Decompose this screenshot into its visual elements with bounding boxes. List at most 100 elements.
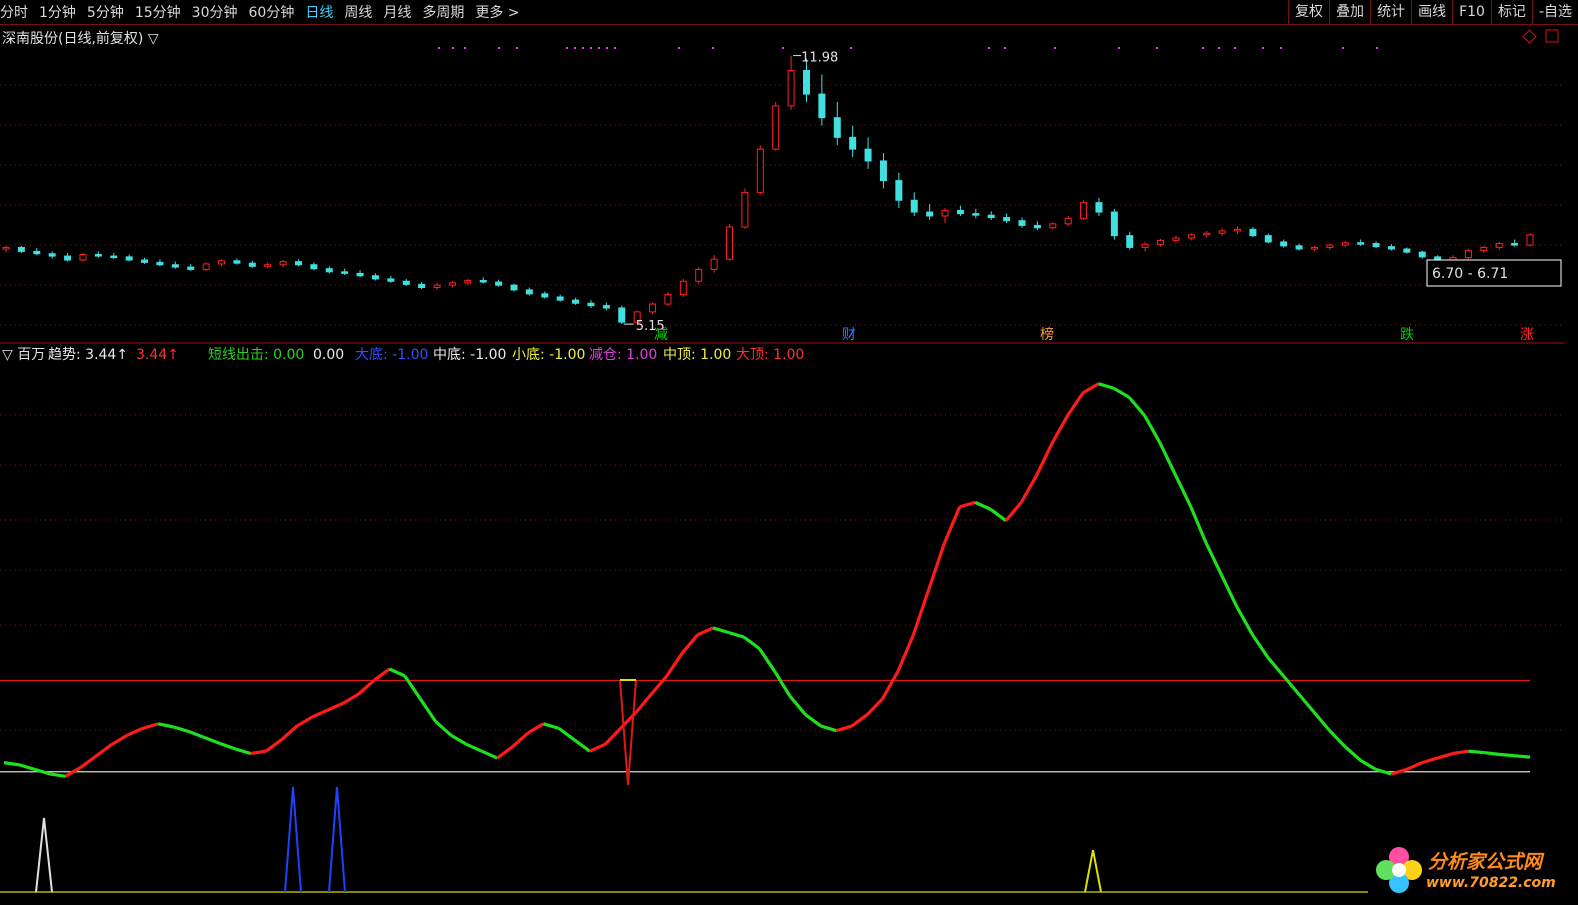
candle-body (1203, 232, 1211, 236)
trend-segment (696, 626, 714, 637)
candle-body (649, 303, 657, 313)
watermark-url: www.70822.com (1426, 875, 1556, 891)
candle-body (1526, 234, 1534, 246)
candle-body (371, 275, 379, 280)
trend-segment (804, 713, 822, 728)
trend-segment (557, 727, 576, 742)
trend-segment (50, 772, 66, 778)
diamond-icon[interactable] (1522, 29, 1537, 44)
candle-body (1110, 211, 1118, 237)
candle-body (1249, 228, 1257, 237)
period-tab-10[interactable]: 更多 > (475, 2, 519, 22)
signal-dot (988, 47, 990, 49)
signal-dot (1202, 47, 1204, 49)
tool-button-3[interactable]: 画线 (1411, 0, 1452, 24)
trend-segment (296, 715, 314, 728)
period-tab-2[interactable]: 5分钟 (87, 2, 124, 22)
candle-body (664, 294, 672, 305)
candle-body (1234, 228, 1242, 232)
tool-buttons: 复权 叠加 统计 画线 F10 标记 -自选 (1288, 0, 1578, 24)
small-bottom-spike (1084, 849, 1102, 893)
trend-segment (1499, 752, 1515, 758)
candle-body (1418, 251, 1426, 258)
tool-button-0[interactable]: 复权 (1288, 0, 1329, 24)
window-icon[interactable] (1545, 29, 1559, 43)
candle-body (2, 246, 10, 250)
trend-segment (1328, 729, 1347, 748)
period-tab-9[interactable]: 多周期 (422, 2, 464, 22)
period-tab-4[interactable]: 30分钟 (192, 2, 238, 22)
trend-segment (728, 630, 745, 639)
period-tab-7[interactable]: 周线 (344, 2, 372, 22)
candle-body (1295, 245, 1303, 250)
tool-button-5[interactable]: 标记 (1490, 0, 1532, 24)
candle-body (1033, 224, 1041, 229)
candle-body (1018, 220, 1026, 226)
candle-body (695, 268, 703, 282)
tool-button-4[interactable]: F10 (1452, 0, 1491, 24)
candle-body (1480, 246, 1488, 252)
trend-segment (1035, 442, 1054, 476)
event-marker-4[interactable]: 涨 (1520, 327, 1534, 343)
chart-area[interactable]: 深南股份(日线,前复权) ▽ 11.98 5.15 6.70 - 6.71 减财… (0, 25, 1578, 905)
trend-segment (1204, 542, 1224, 577)
legend-item-9: 大顶: 1.00 (736, 347, 804, 363)
period-tab-0[interactable]: 分时 (0, 2, 28, 22)
period-tab-3[interactable]: 15分钟 (135, 2, 181, 22)
candle-body (1049, 223, 1057, 229)
candle-body (1387, 246, 1395, 250)
trend-segment (1050, 414, 1069, 444)
big-bottom-spike (328, 786, 346, 893)
candle-body (1141, 243, 1149, 248)
signal-dot (850, 47, 852, 49)
event-marker-1[interactable]: 财 (842, 327, 856, 343)
candle-body (33, 250, 41, 255)
event-marker-0[interactable]: 减 (654, 327, 668, 343)
candle-body (802, 70, 810, 95)
tool-button-1[interactable]: 叠加 (1329, 0, 1370, 24)
trend-segment (450, 733, 468, 746)
trend-segment (543, 722, 560, 730)
candle-body (218, 260, 226, 265)
period-tab-5[interactable]: 60分钟 (249, 2, 295, 22)
trend-segment (665, 652, 684, 677)
signal-dot (498, 47, 500, 49)
trend-segment (603, 727, 622, 746)
candle-body (956, 209, 964, 215)
period-tab-1[interactable]: 1分钟 (39, 2, 76, 22)
signal-dot (516, 47, 518, 49)
candle-body (987, 214, 995, 219)
trend-segment (203, 736, 221, 745)
signal-dot (1376, 47, 1378, 49)
trend-segment (1297, 693, 1316, 714)
trend-segment (1174, 474, 1193, 508)
candle-body (156, 261, 164, 266)
legend-item-4: 大底: -1.00 (355, 347, 428, 363)
trend-segment (1390, 767, 1408, 776)
price-grid (0, 84, 1565, 326)
candle-body (110, 255, 118, 259)
period-tab-8[interactable]: 月线 (383, 2, 411, 22)
event-marker-3[interactable]: 跌 (1400, 327, 1414, 343)
trend-segment (280, 724, 298, 741)
candle-body (1157, 239, 1165, 245)
candle-body (1511, 243, 1519, 246)
trend-segment (126, 726, 144, 737)
tool-button-6[interactable]: -自选 (1531, 0, 1578, 24)
high-price-label: 11.98 (801, 51, 838, 66)
signal-dots (438, 47, 1378, 49)
signal-dot (1218, 47, 1220, 49)
trend-segment (357, 679, 376, 696)
trend-segment (511, 731, 530, 748)
signal-dot (1118, 47, 1120, 49)
candle-body (679, 280, 687, 296)
candle-body (1495, 243, 1503, 248)
trend-segment (1437, 751, 1454, 760)
candle-body (17, 246, 25, 252)
period-tab-6[interactable]: 日线 (305, 2, 333, 22)
candle-body (756, 148, 764, 193)
tool-button-2[interactable]: 统计 (1370, 0, 1411, 24)
candle-body (48, 253, 56, 257)
signal-dot (782, 47, 784, 49)
event-marker-2[interactable]: 榜 (1040, 326, 1054, 343)
